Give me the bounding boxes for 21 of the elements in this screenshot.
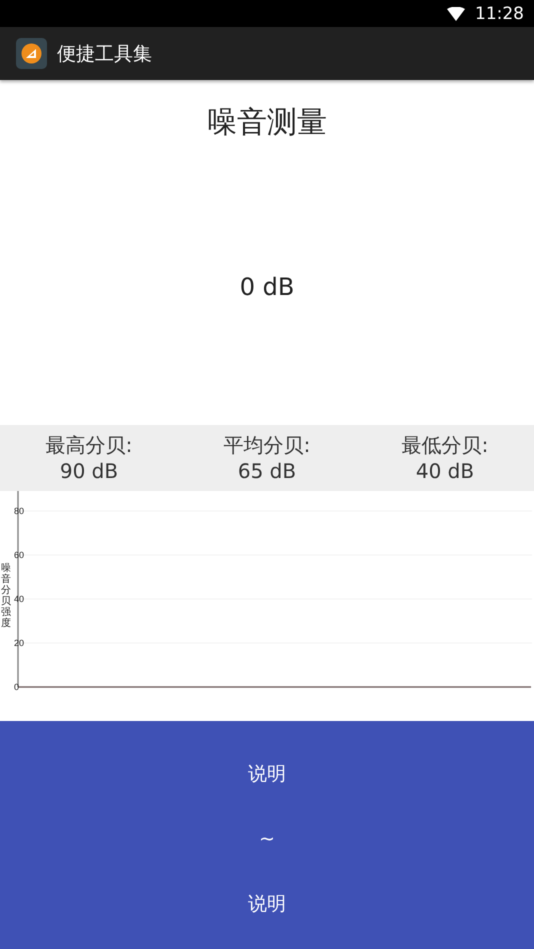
status-time: 11:28 bbox=[475, 4, 524, 24]
tick-label: 80 bbox=[14, 506, 24, 516]
app-title: 便捷工具集 bbox=[57, 42, 152, 66]
page-title: 噪音测量 bbox=[206, 104, 328, 142]
stat-label: 平均分贝: bbox=[224, 432, 310, 458]
tick-label: 20 bbox=[14, 638, 24, 648]
tick-label: 40 bbox=[14, 594, 24, 604]
tick-label: 0 bbox=[14, 682, 20, 692]
tick-label: 60 bbox=[14, 550, 24, 560]
stat-value: 90 dB bbox=[60, 458, 118, 484]
info-text: ~ bbox=[259, 828, 275, 850]
stat-label: 最低分贝: bbox=[402, 432, 488, 458]
wifi-icon bbox=[447, 6, 465, 20]
stat-value: 40 dB bbox=[416, 458, 474, 484]
app-icon bbox=[16, 38, 47, 69]
stat-value: 65 dB bbox=[238, 458, 296, 484]
axis-title: 噪音分贝强度 bbox=[1, 563, 11, 629]
decibel-reading: 0 dB bbox=[238, 273, 296, 303]
stat-label: 最高分贝: bbox=[46, 432, 132, 458]
info-text: 说明 bbox=[248, 892, 286, 917]
info-text: 说明 bbox=[248, 762, 286, 788]
